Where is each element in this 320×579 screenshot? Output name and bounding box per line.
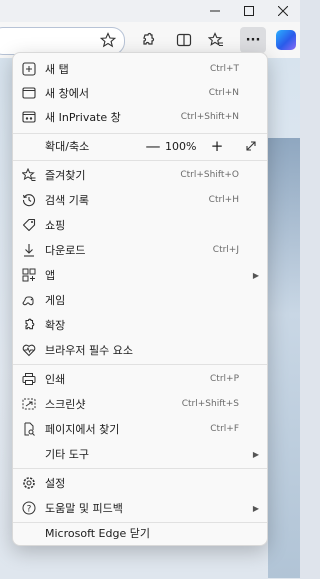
add-favorite-star-icon[interactable]	[100, 32, 116, 48]
settings-and-more-menu: 새 탭 Ctrl+T 새 창에서 Ctrl+N 새 InPrivate 창 Ct…	[12, 52, 268, 546]
maximize-button[interactable]	[232, 0, 266, 22]
apps-icon	[21, 267, 37, 283]
menu-item-games[interactable]: 게임	[13, 288, 267, 312]
page-background-image	[268, 138, 300, 578]
submenu-arrow-icon: ▶	[252, 270, 259, 280]
menu-item-settings[interactable]: 설정	[13, 471, 267, 495]
title-bar	[0, 0, 300, 22]
menu-item-shortcut: Ctrl+Shift+S	[181, 399, 239, 409]
menu-item-favorites[interactable]: 즐겨찾기 Ctrl+Shift+O	[13, 163, 267, 187]
screenshot-icon	[21, 396, 37, 412]
fullscreen-button[interactable]	[241, 136, 261, 156]
address-bar[interactable]	[0, 27, 125, 55]
fullscreen-expand-icon	[246, 141, 256, 151]
zoom-level: 100%	[165, 139, 197, 153]
menu-item-label: 브라우저 필수 요소	[45, 344, 133, 357]
menu-item-extensions[interactable]: 확장	[13, 313, 267, 337]
shopping-tag-icon	[21, 217, 37, 233]
menu-item-print[interactable]: 인쇄 Ctrl+P	[13, 367, 267, 391]
menu-item-new-tab[interactable]: 새 탭 Ctrl+T	[13, 57, 267, 81]
close-button[interactable]	[266, 0, 300, 22]
menu-item-downloads[interactable]: 다운로드 Ctrl+J	[13, 238, 267, 262]
heart-pulse-icon	[21, 342, 37, 358]
menu-item-label: 확대/축소	[45, 140, 90, 153]
menu-item-label: 도움말 및 피드백	[45, 502, 123, 515]
menu-item-label: 스크린샷	[45, 398, 86, 411]
menu-item-apps[interactable]: 앱 ▶	[13, 263, 267, 287]
menu-item-shortcut: Ctrl+F	[210, 424, 239, 434]
menu-item-zoom: 확대/축소 — 100% +	[13, 133, 267, 159]
menu-divider	[13, 364, 267, 365]
extensions-toolbar-icon[interactable]	[138, 30, 158, 50]
menu-item-label: 검색 기록	[45, 194, 89, 207]
settings-and-more-button[interactable]: ···	[240, 27, 266, 53]
menu-item-help-and-feedback[interactable]: ? 도움말 및 피드백 ▶	[13, 496, 267, 520]
menu-item-shortcut: Ctrl+N	[208, 88, 239, 98]
zoom-out-button[interactable]: —	[143, 136, 163, 156]
maximize-icon	[244, 6, 254, 16]
menu-divider	[13, 468, 267, 469]
new-tab-icon	[21, 61, 37, 77]
minimize-button[interactable]	[198, 0, 232, 22]
menu-item-label: 설정	[45, 477, 66, 490]
menu-item-label: 기타 도구	[45, 448, 89, 461]
menu-item-browser-essentials[interactable]: 브라우저 필수 요소	[13, 338, 267, 362]
menu-item-label: 즐겨찾기	[45, 169, 86, 182]
menu-divider	[13, 160, 267, 161]
menu-item-history[interactable]: 검색 기록 Ctrl+H	[13, 188, 267, 212]
svg-text:?: ?	[27, 504, 32, 514]
download-icon	[21, 242, 37, 258]
inprivate-icon	[21, 109, 37, 125]
menu-item-label: 앱	[45, 269, 56, 282]
menu-item-label: 페이지에서 찾기	[45, 423, 120, 436]
menu-item-shortcut: Ctrl+J	[212, 245, 239, 255]
split-screen-icon[interactable]	[174, 30, 194, 50]
menu-item-label: 확장	[45, 319, 66, 332]
help-icon: ?	[21, 500, 37, 516]
menu-item-shortcut: Ctrl+Shift+O	[180, 170, 239, 180]
menu-item-label: 새 창에서	[45, 87, 89, 100]
close-icon	[278, 6, 288, 16]
menu-item-find-on-page[interactable]: 페이지에서 찾기 Ctrl+F	[13, 417, 267, 441]
menu-item-shortcut: Ctrl+T	[209, 64, 239, 74]
settings-icon	[21, 475, 37, 491]
menu-item-label: 쇼핑	[45, 219, 66, 232]
copilot-icon[interactable]	[276, 30, 296, 50]
favorites-toolbar-icon[interactable]	[206, 30, 226, 50]
menu-item-shortcut: Ctrl+H	[208, 195, 239, 205]
menu-item-shortcut: Ctrl+P	[210, 374, 239, 384]
menu-item-new-inprivate-window[interactable]: 새 InPrivate 창 Ctrl+Shift+N	[13, 105, 267, 129]
find-icon	[21, 421, 37, 437]
favorites-icon	[21, 167, 37, 183]
menu-item-more-tools[interactable]: 기타 도구 ▶	[13, 442, 267, 466]
submenu-arrow-icon: ▶	[252, 449, 259, 459]
print-icon	[21, 371, 37, 387]
history-icon	[21, 192, 37, 208]
new-window-icon	[21, 85, 37, 101]
menu-item-shortcut: Ctrl+Shift+N	[180, 112, 239, 122]
zoom-in-button[interactable]: +	[207, 136, 227, 156]
submenu-arrow-icon: ▶	[252, 503, 259, 513]
menu-item-label: Microsoft Edge 닫기	[45, 527, 150, 540]
minimize-icon	[210, 10, 220, 12]
menu-item-label: 새 InPrivate 창	[45, 111, 121, 124]
menu-item-screenshot[interactable]: 스크린샷 Ctrl+Shift+S	[13, 392, 267, 416]
menu-item-shopping[interactable]: 쇼핑	[13, 213, 267, 237]
menu-item-label: 새 탭	[45, 63, 69, 76]
menu-item-label: 인쇄	[45, 373, 66, 386]
menu-item-label: 다운로드	[45, 244, 86, 257]
menu-item-close-edge[interactable]: Microsoft Edge 닫기	[13, 521, 267, 545]
extensions-icon	[21, 317, 37, 333]
games-icon	[21, 292, 37, 308]
menu-item-label: 게임	[45, 294, 66, 307]
menu-item-new-window[interactable]: 새 창에서 Ctrl+N	[13, 81, 267, 105]
